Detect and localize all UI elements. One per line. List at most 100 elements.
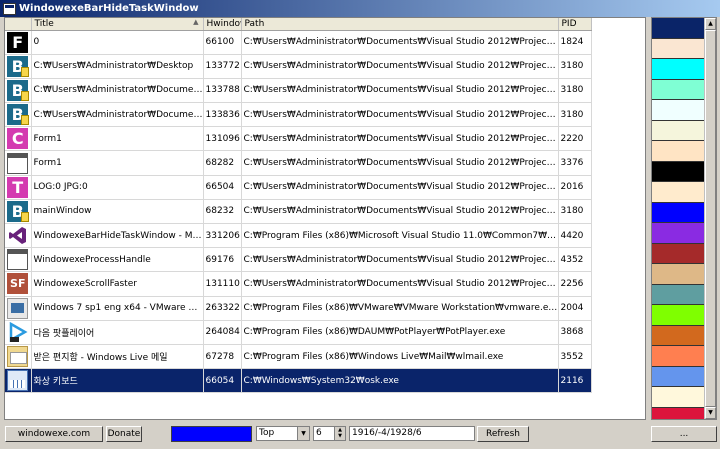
color-swatch[interactable] <box>652 243 705 264</box>
color-swatch[interactable] <box>652 284 705 305</box>
website-button[interactable]: windowexe.com <box>5 426 103 442</box>
row-title: WindowexeProcessHandle <box>31 247 204 273</box>
row-hwindow: 66504 <box>203 175 242 200</box>
table-row[interactable]: Form1 68282 C:₩Users₩Administrator₩Documen… <box>5 150 592 176</box>
app-letter-icon: B <box>7 200 30 222</box>
color-picker-box[interactable]: Blue <box>171 426 252 442</box>
column-header-path[interactable]: Path <box>241 18 559 31</box>
table-row[interactable]: 화상 키보드 66054 C:₩Windows₩System32₩osk.exe 21… <box>5 368 592 394</box>
color-swatch[interactable] <box>652 366 705 387</box>
app-letter-icon: F <box>7 31 29 53</box>
row-pid: 1824 <box>558 30 592 55</box>
row-title: Windows 7 sp1 eng x64 - VMware Works... <box>31 296 204 321</box>
app-letter-icon: C <box>7 128 29 150</box>
column-header-hwindow[interactable]: Hwindow <box>203 18 242 31</box>
table-row[interactable]: F 0 66100 C:₩Users₩Administrator₩Documents₩… <box>5 30 592 55</box>
palette-scrollbar[interactable]: ▲ ▼ <box>704 18 716 419</box>
table-row[interactable]: C Form1 131096 C:₩Users₩Administrator₩Docum… <box>5 126 592 152</box>
row-hwindow: 331206 <box>203 223 242 249</box>
table-row[interactable]: T LOG:0 JPG:0 66504 C:₩Users₩Administrator₩… <box>5 175 592 200</box>
app-letter-icon: T <box>7 176 29 198</box>
table-row[interactable]: BC:₩Users₩Administrator₩Documents₩...133… <box>5 102 592 128</box>
row-pid: 3180 <box>558 199 592 225</box>
table-row[interactable]: BC:₩Users₩Administrator₩Documents₩...133… <box>5 78 592 104</box>
color-swatch[interactable] <box>652 346 705 367</box>
row-pid: 3180 <box>558 78 592 104</box>
color-swatch[interactable] <box>652 38 705 59</box>
spin-arrows-icon[interactable]: ▲ ▼ <box>334 427 345 440</box>
row-icon-cell <box>5 150 32 176</box>
window-title: WindowexeBarHideTaskWindow <box>19 3 199 14</box>
row-hwindow: 66054 <box>203 368 242 394</box>
scroll-thumb[interactable] <box>705 30 716 407</box>
row-hwindow: 264084 <box>203 320 242 345</box>
more-button[interactable]: ... <box>651 426 717 442</box>
color-palette[interactable]: ▲ ▼ <box>651 17 717 420</box>
row-pid: 2256 <box>558 271 592 297</box>
position-select[interactable]: Top ▼ <box>256 426 310 441</box>
table-row[interactable]: WindowexeBarHideTaskWindow - Micro... 331… <box>5 223 592 249</box>
row-icon-cell: C <box>5 126 32 152</box>
row-path: C:₩Users₩Administrator₩Documents₩Visual … <box>241 247 559 273</box>
row-pid: 2116 <box>558 368 592 394</box>
spin-input[interactable]: 6 ▲ ▼ <box>313 426 346 441</box>
row-hwindow: 69176 <box>203 247 242 273</box>
column-header-icon[interactable] <box>5 18 32 31</box>
row-path: C:₩Users₩Administrator₩Documents₩Visual … <box>241 78 559 104</box>
color-swatch[interactable] <box>652 202 705 223</box>
color-swatch[interactable] <box>652 264 705 285</box>
chevron-down-icon[interactable]: ▼ <box>297 427 309 440</box>
color-swatch[interactable] <box>652 79 705 100</box>
row-hwindow: 133772 <box>203 54 242 79</box>
row-hwindow: 66100 <box>203 30 242 55</box>
column-header-title[interactable]: Title ▲ <box>31 18 204 31</box>
row-hwindow: 67278 <box>203 344 242 370</box>
row-path: C:₩Users₩Administrator₩Documents₩Visual … <box>241 150 559 176</box>
table-row[interactable]: 다음 팟플레이어 264084 C:₩Program Files (x86)₩DAU… <box>5 320 592 345</box>
color-swatch[interactable] <box>652 325 705 346</box>
donate-button[interactable]: Donate <box>106 426 142 442</box>
row-pid: 4352 <box>558 247 592 273</box>
row-hwindow: 263322 <box>203 296 242 321</box>
table-row[interactable]: SF WindowexeScrollFaster 131110 C:₩Users₩Ad… <box>5 271 592 297</box>
color-swatch[interactable] <box>652 223 705 244</box>
refresh-button[interactable]: Refresh <box>477 426 529 442</box>
color-swatch[interactable] <box>652 161 705 182</box>
row-title: 화상 키보드 <box>31 368 204 394</box>
potplayer-icon <box>7 321 28 343</box>
color-swatch[interactable] <box>652 407 705 419</box>
row-icon-cell <box>5 296 32 321</box>
color-swatch[interactable] <box>652 100 705 121</box>
row-path: C:₩Windows₩System32₩osk.exe <box>241 368 559 394</box>
row-icon-cell: B <box>5 54 32 79</box>
row-icon-cell <box>5 320 32 345</box>
title-bar: WindowexeBarHideTaskWindow <box>0 0 720 17</box>
color-swatch[interactable] <box>652 141 705 162</box>
window-list-grid[interactable]: Title▲ Hwindow Path PID F066100C:₩Users₩… <box>4 17 646 420</box>
row-path: C:₩Users₩Administrator₩Documents₩Visual … <box>241 175 559 200</box>
table-row[interactable]: WindowexeProcessHandle 69176 C:₩Users₩Admi… <box>5 247 592 273</box>
bottom-toolbar: windowexe.com Donate Blue Top ▼ 6 ▲ ▼ 191… <box>0 422 720 449</box>
color-swatch[interactable] <box>652 182 705 203</box>
color-swatch[interactable] <box>652 120 705 141</box>
column-header-pid[interactable]: PID <box>558 18 592 31</box>
table-row[interactable]: Windows 7 sp1 eng x64 - VMware Works...2… <box>5 296 592 321</box>
scroll-up-icon[interactable]: ▲ <box>705 18 716 30</box>
row-pid: 3180 <box>558 102 592 128</box>
row-title: WindowexeBarHideTaskWindow - Micro... <box>31 223 204 249</box>
row-title: LOG:0 JPG:0 <box>31 175 204 200</box>
visual-studio-icon <box>7 225 28 246</box>
table-row[interactable]: BmainWindow 68232 C:₩Users₩Administrator₩D… <box>5 199 592 225</box>
row-hwindow: 68282 <box>203 150 242 176</box>
table-row[interactable]: B C:₩Users₩Administrator₩Desktop 133772 C:₩… <box>5 54 592 79</box>
color-swatch[interactable] <box>652 305 705 326</box>
color-swatch[interactable] <box>652 59 705 80</box>
row-pid: 2004 <box>558 296 592 321</box>
color-swatch[interactable] <box>652 387 705 408</box>
color-swatch[interactable] <box>652 18 705 39</box>
scroll-down-icon[interactable]: ▼ <box>705 407 716 419</box>
table-row[interactable]: 받은 편지함 - Windows Live 메일 67278 C:₩Program … <box>5 344 592 370</box>
row-path: C:₩Program Files (x86)₩VMware₩VMware Wor… <box>241 296 559 321</box>
row-hwindow: 68232 <box>203 199 242 225</box>
coords-field[interactable]: 1916/-4/1928/6 <box>349 426 475 441</box>
